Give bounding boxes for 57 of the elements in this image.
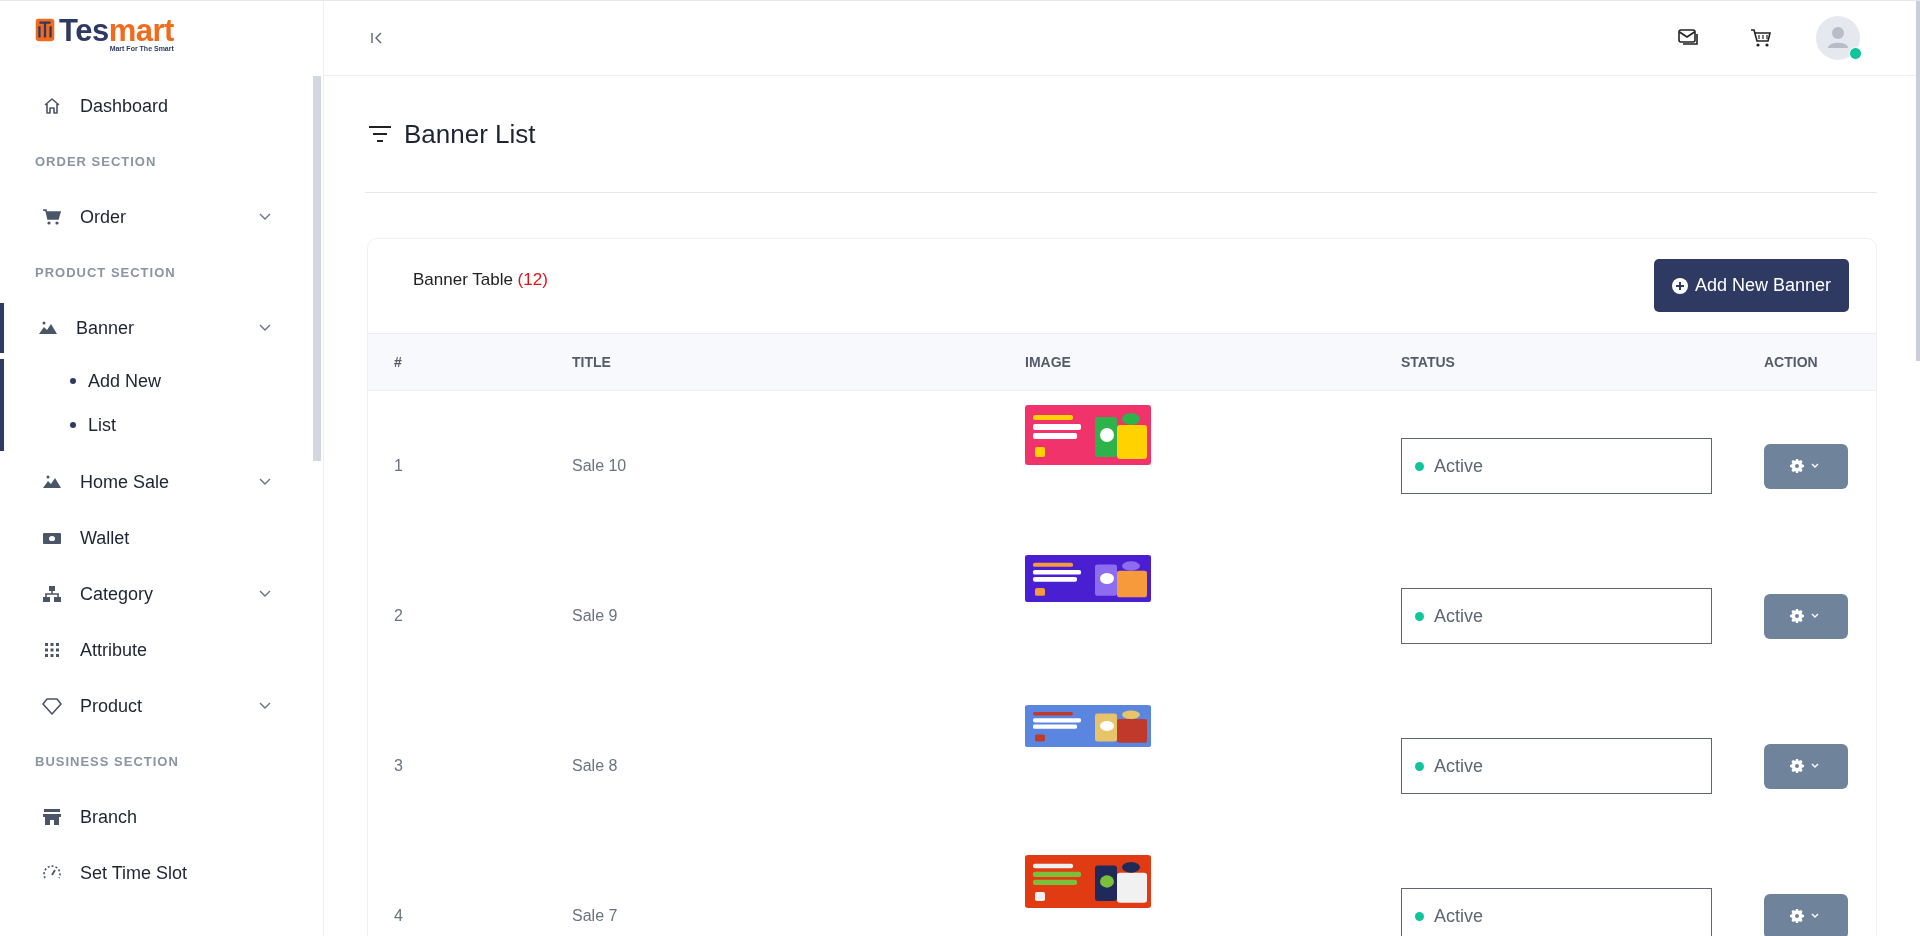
column-header: ACTION (1764, 354, 1818, 370)
submenu-item[interactable]: List (70, 403, 311, 447)
table-cell: Sale 8 (572, 757, 618, 775)
section-heading: BUSINESS SECTION (34, 753, 180, 771)
table-cell: Sale 9 (572, 607, 618, 625)
plus-circle-icon (1671, 277, 1688, 294)
logo-icon (35, 17, 55, 43)
diamond-icon (42, 696, 62, 716)
chevron-icon (259, 324, 271, 332)
table-cell: Sale 7 (572, 907, 618, 925)
sidebar-item[interactable]: Set Time Slot (0, 848, 311, 898)
add-banner-button[interactable]: Add New Banner (1653, 259, 1849, 312)
table-cell: Sale 10 (572, 457, 627, 475)
scrollbar[interactable] (1916, 1, 1920, 361)
chevron-icon (259, 590, 271, 598)
sidebar-item[interactable]: Branch (0, 792, 311, 842)
collapse-icon (370, 31, 384, 45)
sidebar-item[interactable]: Dashboard (0, 81, 311, 131)
sidebar-item[interactable]: Attribute (0, 625, 311, 675)
grid-icon (42, 640, 62, 660)
action-menu-button[interactable] (1764, 593, 1848, 639)
status-select[interactable]: Active (1401, 438, 1712, 494)
section-heading: ORDER SECTION (34, 153, 158, 171)
hierarchy-icon (42, 584, 62, 604)
cart-icon (42, 207, 62, 227)
chevron-icon (259, 702, 271, 710)
status-select[interactable]: Active (1401, 588, 1712, 644)
section-heading: PRODUCT SECTION (34, 264, 177, 282)
sidebar-item[interactable]: Wallet (0, 513, 311, 563)
table-cell: 3 (394, 757, 403, 775)
table-cell: 4 (394, 907, 403, 925)
home-icon (42, 96, 62, 116)
column-header: # (394, 354, 402, 370)
column-header: STATUS (1401, 354, 1455, 370)
scrollbar[interactable] (313, 76, 321, 461)
card-title: Banner Table (12) (413, 270, 548, 290)
column-header: IMAGE (1025, 354, 1071, 370)
sidebar-item[interactable]: Category (0, 569, 311, 619)
page-title: Banner List (404, 118, 536, 150)
sidebar-item[interactable]: Order (0, 192, 311, 242)
sidebar-item[interactable]: Home Sale (0, 457, 311, 507)
status-select[interactable]: Active (1401, 738, 1712, 794)
brand-name: Tesmart (59, 17, 174, 45)
chevron-icon (259, 213, 271, 221)
sidebar-item[interactable]: Product (0, 681, 311, 731)
table-cell: 1 (394, 457, 403, 475)
submenu-item[interactable]: Add New (70, 359, 311, 403)
column-header: TITLE (572, 354, 611, 370)
action-menu-button[interactable] (1764, 743, 1848, 789)
action-menu-button[interactable] (1764, 443, 1848, 489)
chevron-icon (259, 478, 271, 486)
filter-icon (368, 125, 392, 143)
action-menu-button[interactable] (1764, 893, 1848, 936)
avatar[interactable] (1816, 16, 1860, 60)
table-cell: 2 (394, 607, 403, 625)
status-select[interactable]: Active (1401, 888, 1712, 936)
store-icon (42, 807, 62, 827)
